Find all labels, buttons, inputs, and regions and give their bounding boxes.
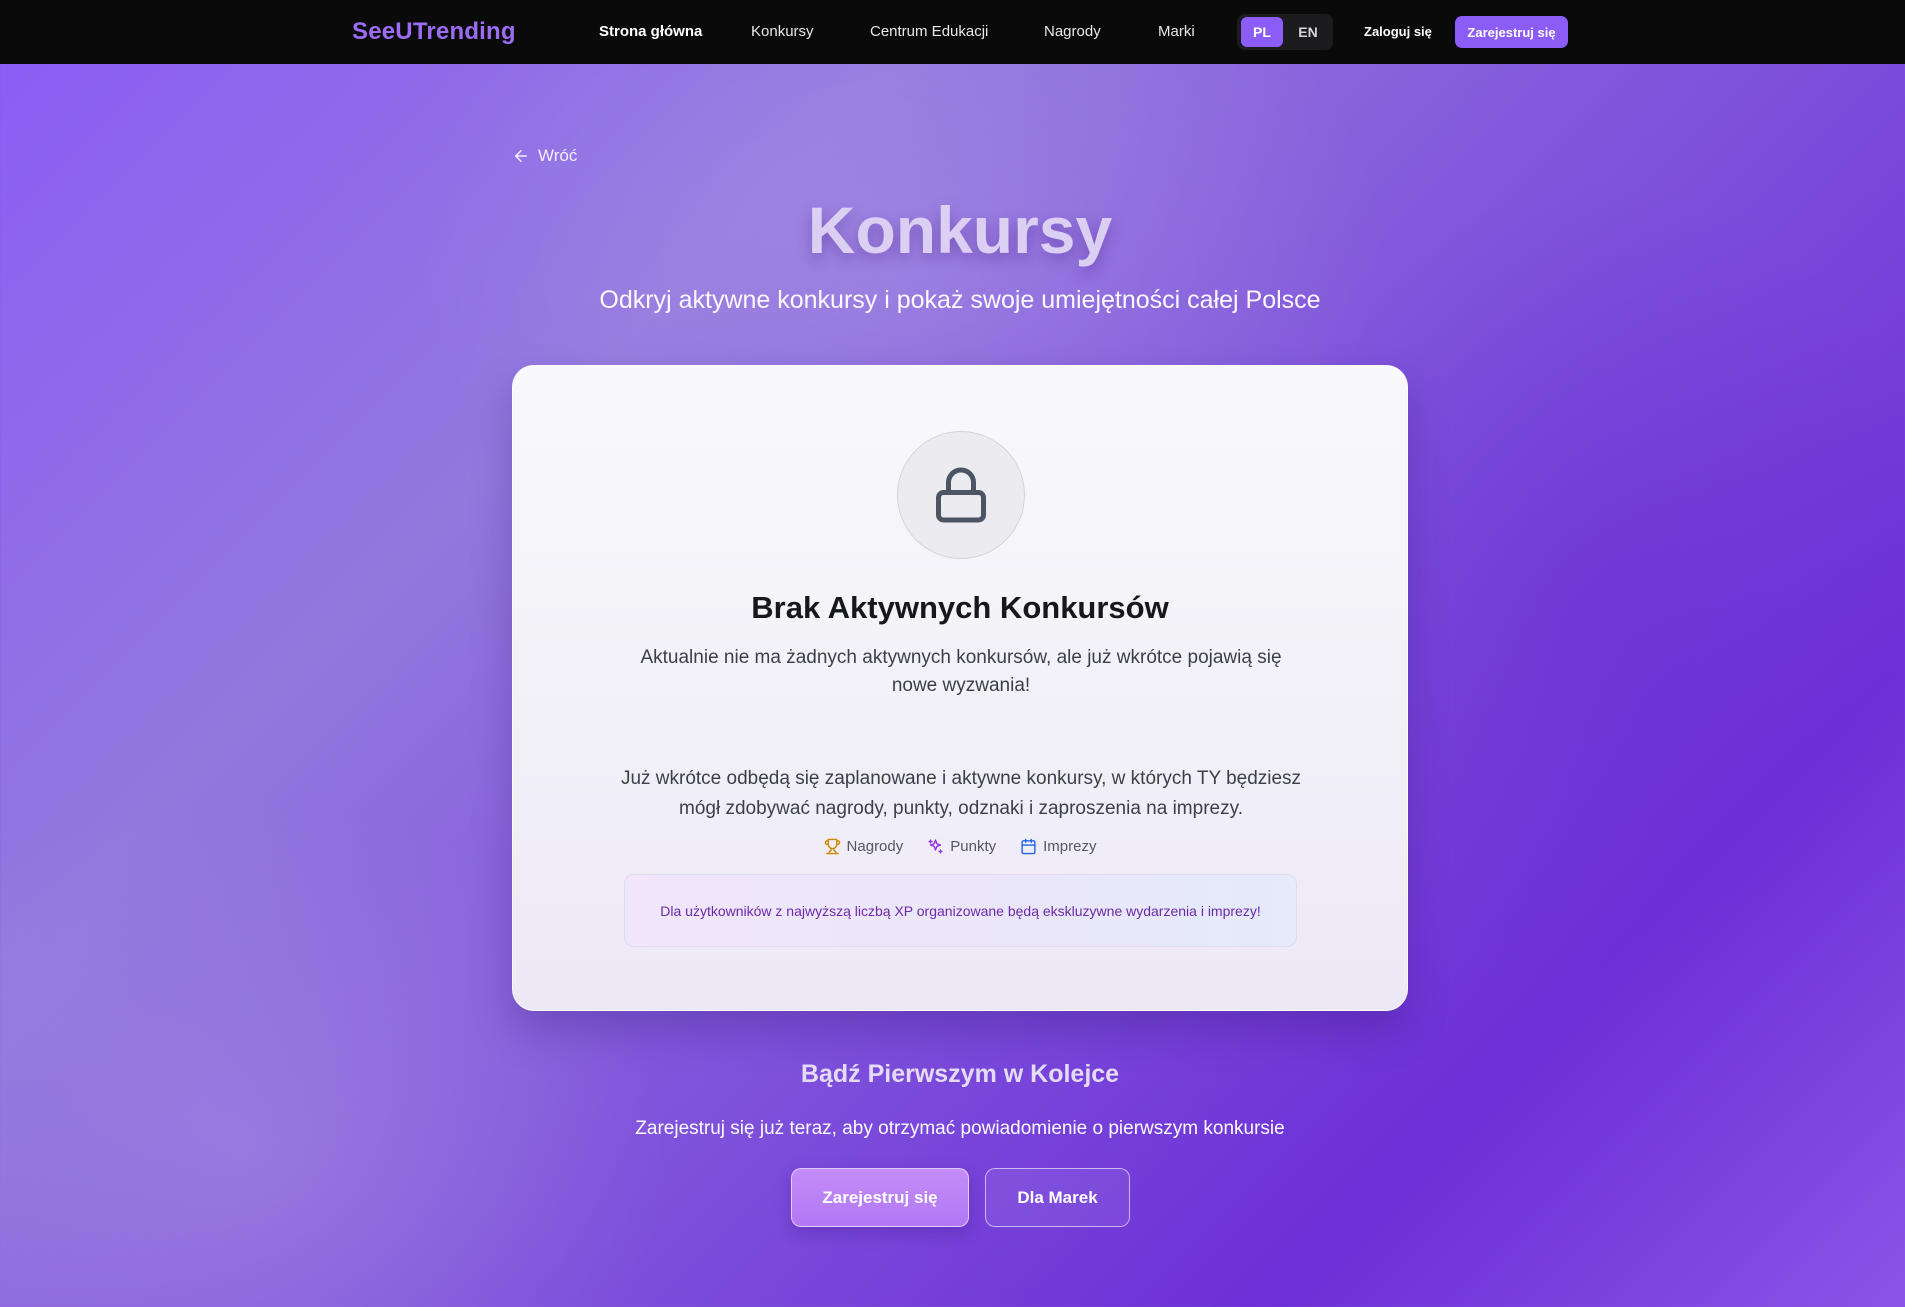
cta-brands-button[interactable]: Dla Marek (985, 1168, 1130, 1227)
register-button[interactable]: Zarejestruj się (1455, 16, 1568, 48)
sparkles-icon (928, 839, 943, 854)
empty-state-description: Aktualnie nie ma żadnych aktywnych konku… (640, 647, 1282, 696)
perk-events-label: Imprezy (1043, 838, 1097, 855)
nav-link-contests[interactable]: Konkursy (751, 23, 814, 40)
cta-title: Bądź Pierwszym w Kolejce (800, 1060, 1120, 1088)
lock-icon (936, 467, 986, 523)
nav-link-brands[interactable]: Marki (1158, 23, 1195, 40)
perk-points: Punkty (927, 838, 996, 855)
top-navbar: SeeUTrending Strona główna Konkursy Cent… (0, 0, 1905, 64)
cta-subtitle: Zarejestruj się już teraz, aby otrzymać … (635, 1118, 1285, 1139)
calendar-icon (1021, 838, 1036, 855)
empty-state-card: Brak Aktywnych Konkursów Aktualnie nie m… (512, 365, 1408, 1011)
page-subtitle: Odkryj aktywne konkursy i pokaż swoje um… (599, 286, 1321, 314)
perk-points-label: Punkty (950, 838, 997, 855)
perk-rewards: Nagrody (824, 838, 904, 855)
lock-badge (897, 431, 1025, 559)
lang-button-pl[interactable]: PL (1241, 17, 1283, 47)
empty-state-title: Brak Aktywnych Konkursów (751, 590, 1169, 625)
perks-list: Nagrody Punkty Imprezy (513, 838, 1407, 855)
back-link[interactable]: Wróć (512, 146, 577, 166)
perk-rewards-label: Nagrody (846, 838, 904, 855)
arrow-left-icon (515, 150, 527, 162)
language-toggle: PL EN (1237, 14, 1333, 50)
perk-events: Imprezy (1020, 838, 1096, 855)
nav-link-education[interactable]: Centrum Edukacji (870, 23, 988, 40)
login-link[interactable]: Zaloguj się (1364, 24, 1432, 39)
page-title: Konkursy (807, 193, 1113, 267)
upcoming-description: Już wkrótce odbędą się zaplanowane i akt… (620, 768, 1302, 819)
cta-register-button[interactable]: Zarejestruj się (791, 1168, 969, 1227)
nav-link-home[interactable]: Strona główna (599, 23, 702, 40)
back-label: Wróć (538, 146, 578, 165)
trophy-icon (824, 838, 840, 855)
xp-notice: Dla użytkowników z najwyższą liczbą XP o… (624, 874, 1297, 947)
brand-logo[interactable]: SeeUTrending (352, 18, 516, 46)
nav-link-rewards[interactable]: Nagrody (1044, 23, 1101, 40)
lang-button-en[interactable]: EN (1287, 17, 1329, 47)
